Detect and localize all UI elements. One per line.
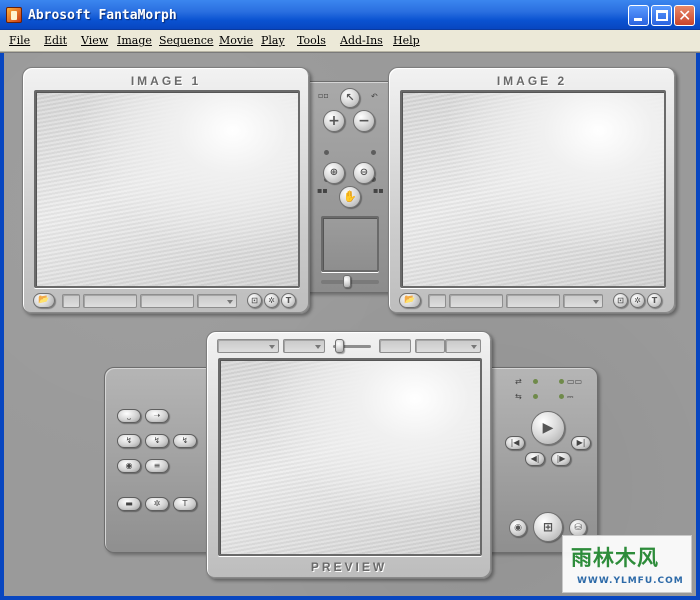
play-button[interactable]: ▶: [531, 411, 565, 445]
effect-button[interactable]: ≡: [145, 459, 169, 473]
preview-title: PREVIEW: [310, 560, 388, 574]
image1-text-button[interactable]: T: [281, 293, 296, 308]
indicator-dot: [371, 150, 376, 155]
image1-field[interactable]: [62, 294, 80, 308]
rotate-small-icon: ↶: [371, 92, 378, 101]
maximize-icon: [656, 10, 668, 21]
status-led: [533, 379, 538, 384]
grid-small-icon: ▪▪: [373, 186, 384, 195]
image1-crop-button[interactable]: ⊡: [247, 293, 262, 308]
minimize-button[interactable]: [628, 5, 649, 26]
image2-field[interactable]: [428, 294, 446, 308]
menu-tools[interactable]: Tools: [297, 34, 326, 47]
image1-canvas[interactable]: [34, 90, 300, 288]
effects-panel: ⎵ ➝ ↯ ↯ ↯ ◉ ≡ ▬ ✲ T: [104, 367, 214, 553]
select-tool-button[interactable]: ↖: [340, 88, 360, 108]
center-toolbar: ↖ ▫▫ ↶ + − ⊕ ⊖ ▪▪ ▪▪ ✋: [304, 81, 394, 293]
go-to-end-button[interactable]: ▶|: [571, 436, 591, 450]
menu-image[interactable]: Image: [117, 34, 152, 47]
image1-open-button[interactable]: 📂: [33, 293, 55, 308]
navigator-zoom-thumb[interactable]: [343, 275, 351, 288]
image2-dropdown[interactable]: [563, 294, 603, 308]
image2-panel: IMAGE 2 📂 ⊡ ✲ T: [388, 67, 676, 314]
watermark-url: WWW.YLMFU.COM: [577, 576, 684, 586]
app-icon[interactable]: [6, 7, 22, 23]
effect-button[interactable]: ↯: [173, 434, 197, 448]
window-frame-right: [696, 53, 700, 600]
effect-button[interactable]: ◉: [117, 459, 141, 473]
select-small-icon: ▫▫: [318, 91, 329, 100]
image2-field[interactable]: [506, 294, 560, 308]
playback-panel: ⇄ ▭▭ ⇆ ⎓ ▶ |◀ ▶| ◀| |▶ ◉ ⊞ ⛁: [484, 367, 598, 553]
close-icon: ✕: [678, 6, 692, 25]
effect-button[interactable]: ↯: [117, 434, 141, 448]
menu-movie[interactable]: Movie: [219, 34, 253, 47]
menu-view[interactable]: View: [81, 34, 108, 47]
image2-field[interactable]: [449, 294, 503, 308]
watermark: 雨林木风 WWW.YLMFU.COM: [562, 535, 692, 593]
add-point-button[interactable]: +: [323, 110, 345, 132]
title-bar[interactable]: Abrosoft FantaMorph ✕: [0, 0, 700, 30]
status-led: [559, 379, 564, 384]
repeat-icon: ⇆: [515, 392, 522, 401]
indicator-dot: [324, 150, 329, 155]
close-button[interactable]: ✕: [674, 5, 695, 26]
preview-dropdown[interactable]: [445, 339, 481, 353]
go-to-start-button[interactable]: |◀: [505, 436, 525, 450]
effect-button[interactable]: ⎵: [117, 409, 141, 423]
loop-icon: ⇄: [515, 377, 522, 386]
effect-button[interactable]: ✲: [145, 497, 169, 511]
menu-add-ins[interactable]: Add-Ins: [340, 34, 383, 47]
effect-button[interactable]: ↯: [145, 434, 169, 448]
effect-button[interactable]: ➝: [145, 409, 169, 423]
image1-title: IMAGE 1: [130, 74, 202, 88]
preview-canvas[interactable]: [218, 358, 482, 556]
menu-play[interactable]: Play: [261, 34, 285, 47]
menu-bar: File Edit View Image Sequence Movie Play…: [0, 30, 700, 52]
status-led: [559, 394, 564, 399]
effect-button[interactable]: ▬: [117, 497, 141, 511]
image2-open-button[interactable]: 📂: [399, 293, 421, 308]
remove-point-button[interactable]: −: [353, 110, 375, 132]
minimize-icon: [634, 18, 642, 21]
menu-edit[interactable]: Edit: [44, 34, 67, 47]
next-frame-button[interactable]: |▶: [551, 452, 571, 466]
navigator-thumbnail[interactable]: [321, 216, 379, 272]
zoom-out-button[interactable]: ⊖: [353, 162, 375, 184]
image1-settings-button[interactable]: ✲: [264, 293, 279, 308]
frame-icon: ▭▭: [567, 377, 583, 386]
maximize-button[interactable]: [651, 5, 672, 26]
effect-button[interactable]: T: [173, 497, 197, 511]
watermark-logo-text: 雨林木风: [571, 545, 659, 570]
preview-slider-thumb[interactable]: [335, 339, 344, 353]
hand-tool-button[interactable]: ✋: [339, 186, 361, 208]
export-movie-button[interactable]: ⊞: [533, 512, 563, 542]
menu-sequence[interactable]: Sequence: [159, 34, 213, 47]
previous-frame-button[interactable]: ◀|: [525, 452, 545, 466]
window-frame-bottom: [0, 596, 700, 600]
menu-file[interactable]: File: [9, 34, 30, 47]
preview-field[interactable]: [415, 339, 445, 353]
preview-dropdown[interactable]: [283, 339, 325, 353]
image2-settings-button[interactable]: ✲: [630, 293, 645, 308]
status-led: [533, 394, 538, 399]
window-title: Abrosoft FantaMorph: [28, 8, 177, 23]
fit-small-icon: ▪▪: [317, 186, 328, 195]
chain-icon: ⎓: [567, 392, 574, 401]
menu-help[interactable]: Help: [393, 34, 420, 47]
preview-dropdown[interactable]: [217, 339, 279, 353]
snapshot-button[interactable]: ◉: [509, 519, 527, 537]
image2-canvas[interactable]: [400, 90, 666, 288]
preview-field[interactable]: [379, 339, 411, 353]
image1-field[interactable]: [83, 294, 137, 308]
zoom-in-button[interactable]: ⊕: [323, 162, 345, 184]
image2-text-button[interactable]: T: [647, 293, 662, 308]
preview-panel: PREVIEW: [206, 331, 492, 579]
image1-field[interactable]: [140, 294, 194, 308]
image2-crop-button[interactable]: ⊡: [613, 293, 628, 308]
image2-title: IMAGE 2: [496, 74, 568, 88]
image1-dropdown[interactable]: [197, 294, 237, 308]
workspace: ↖ ▫▫ ↶ + − ⊕ ⊖ ▪▪ ▪▪ ✋ IMAGE 1 📂 ⊡ ✲ T I…: [4, 53, 696, 596]
image1-panel: IMAGE 1 📂 ⊡ ✲ T: [22, 67, 310, 314]
